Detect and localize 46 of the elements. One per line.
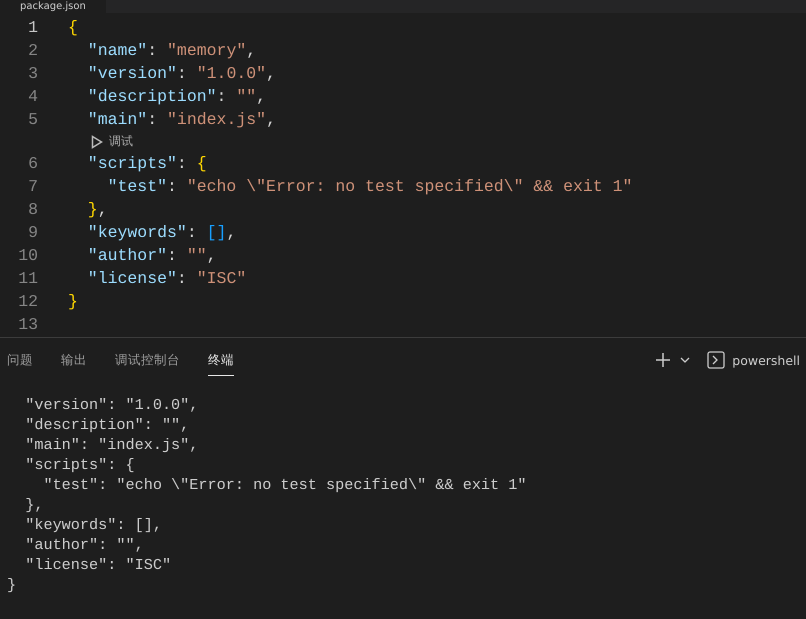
chevron-down-icon[interactable]: [680, 357, 690, 363]
panel-tab[interactable]: 输出: [61, 344, 87, 376]
line-number: 11: [17, 269, 38, 288]
terminal-line: "test": "echo \"Error: no test specified\" && exit 1": [42, 476, 526, 494]
line-number: 5: [27, 110, 38, 129]
code-line: "name": "memory",: [88, 41, 256, 60]
line-number: 8: [27, 200, 38, 219]
panel-tab[interactable]: 问题: [7, 344, 33, 376]
terminal-icon[interactable]: [707, 351, 726, 369]
play-icon[interactable]: [90, 134, 103, 148]
line-number: 6: [27, 154, 38, 173]
code-line: "author": "",: [88, 246, 217, 265]
code-line: "test": "echo \"Error: no test specified\" && exit 1": [108, 177, 632, 196]
panel-tab[interactable]: 终端: [208, 344, 234, 376]
line-number: 2: [27, 41, 38, 60]
terminal-line: "scripts": {: [24, 456, 135, 474]
debug-link[interactable]: 调试: [108, 133, 133, 150]
line-number: 10: [17, 246, 38, 265]
terminal-line: }: [7, 576, 16, 594]
line-number: 3: [27, 64, 38, 83]
plus-icon[interactable]: [655, 352, 672, 368]
code-line: "description": "",: [88, 87, 266, 106]
file-tab[interactable]: package.json: [0, 0, 106, 13]
terminal-line: },: [24, 496, 44, 514]
line-number: 13: [17, 315, 38, 334]
code-line: },: [88, 200, 108, 219]
line-number: 9: [27, 223, 38, 242]
terminal-name[interactable]: powershell: [732, 352, 800, 368]
terminal-line: "author": "",: [24, 536, 144, 554]
code-line: "license": "ISC": [88, 269, 246, 288]
code-line: "scripts": {: [88, 154, 207, 173]
code-line: {: [68, 18, 78, 37]
terminal-line: "description": "",: [24, 416, 190, 434]
line-number: 1: [27, 18, 38, 37]
code-line: "version": "1.0.0",: [88, 64, 276, 83]
terminal-line: "license": "ISC": [24, 556, 172, 574]
terminal-line: "version": "1.0.0",: [24, 396, 198, 414]
line-number: 7: [27, 177, 38, 196]
code-line: }: [68, 292, 78, 311]
code-line: "main": "index.js",: [88, 110, 276, 129]
terminal-line: "main": "index.js",: [24, 436, 198, 454]
panel-tab[interactable]: 调试控制台: [115, 344, 180, 376]
line-number: 4: [27, 87, 38, 106]
terminal-line: "keywords": [],: [24, 516, 162, 534]
code-line: "keywords": [],: [88, 223, 236, 242]
line-number: 12: [17, 292, 38, 311]
